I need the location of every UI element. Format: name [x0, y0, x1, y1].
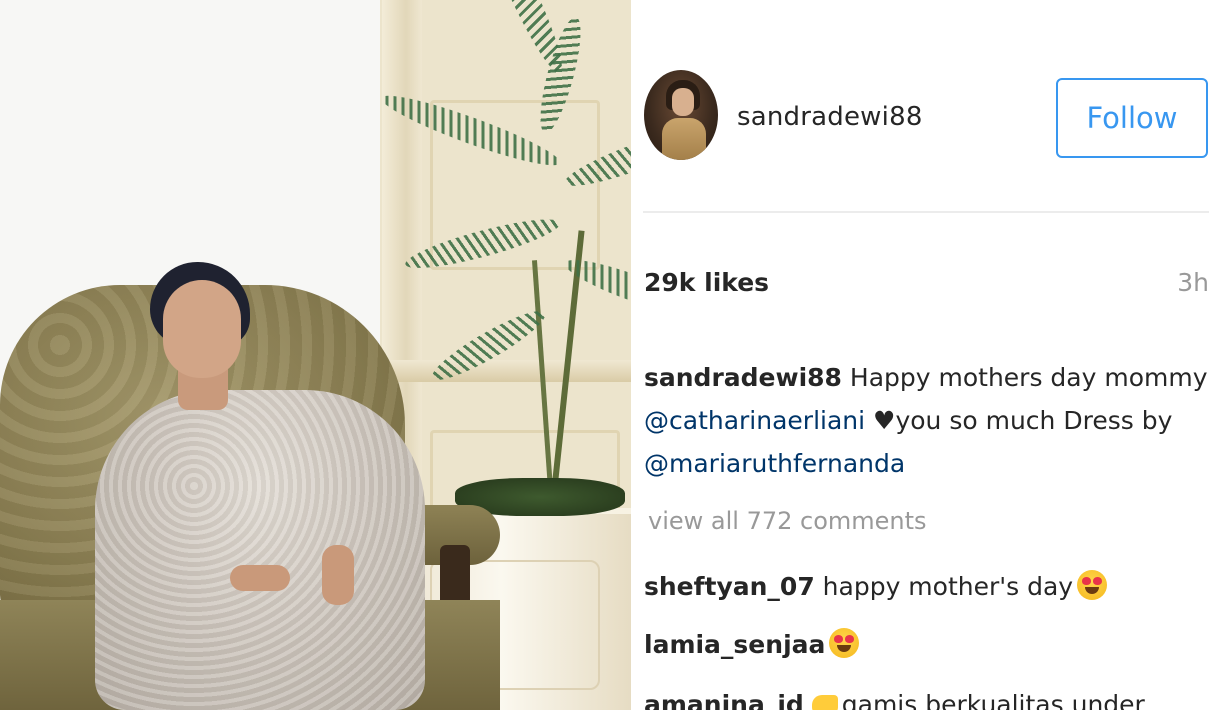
comment-text: happy mother's day: [814, 572, 1074, 601]
heart-glyph: ♥: [865, 406, 896, 435]
heart-eyes-emoji-icon: [829, 628, 860, 658]
comment-item: sheftyan_07 happy mother's day: [644, 570, 1108, 601]
comment-item: lamia_senjaa: [644, 628, 860, 659]
post-author-username[interactable]: sandradewi88: [737, 102, 923, 132]
comment-text: gamis berkualitas under: [841, 690, 1145, 710]
photo-chair-rail: [380, 360, 631, 382]
comment-username[interactable]: amanina_id: [644, 690, 804, 710]
caption-mention[interactable]: @mariaruthfernanda: [644, 449, 905, 478]
post-photo[interactable]: [0, 0, 631, 710]
comment-item: amanina_id gamis berkualitas under: [644, 690, 1145, 710]
post-caption: sandradewi88 Happy mothers day mommy @ca…: [644, 356, 1214, 485]
caption-mention[interactable]: @catharinaerliani: [644, 406, 865, 435]
heart-eyes-emoji-icon: [1077, 570, 1108, 600]
photo-face: [163, 280, 241, 378]
view-all-comments-link[interactable]: view all 772 comments: [648, 507, 927, 535]
caption-text: you so much Dress by: [895, 406, 1173, 435]
comment-username[interactable]: sheftyan_07: [644, 572, 815, 601]
header-divider: [643, 211, 1209, 213]
photo-lace-texture: [95, 390, 425, 710]
photo-hand: [230, 565, 290, 591]
profile-avatar[interactable]: [644, 70, 718, 160]
photo-hand: [322, 545, 354, 605]
post-timestamp[interactable]: 3h: [1177, 268, 1209, 297]
likes-count[interactable]: 29k likes: [644, 268, 769, 297]
avatar-figure: [662, 118, 706, 160]
comment-username[interactable]: lamia_senjaa: [644, 630, 825, 659]
avatar-face: [672, 88, 694, 116]
post-sidebar: sandradewi88 Follow 29k likes 3h sandrad…: [631, 0, 1231, 710]
caption-username[interactable]: sandradewi88: [644, 363, 842, 392]
follow-button[interactable]: Follow: [1056, 78, 1208, 158]
pointing-hand-emoji-icon: [811, 695, 838, 710]
caption-text: Happy mothers day mommy: [841, 363, 1208, 392]
